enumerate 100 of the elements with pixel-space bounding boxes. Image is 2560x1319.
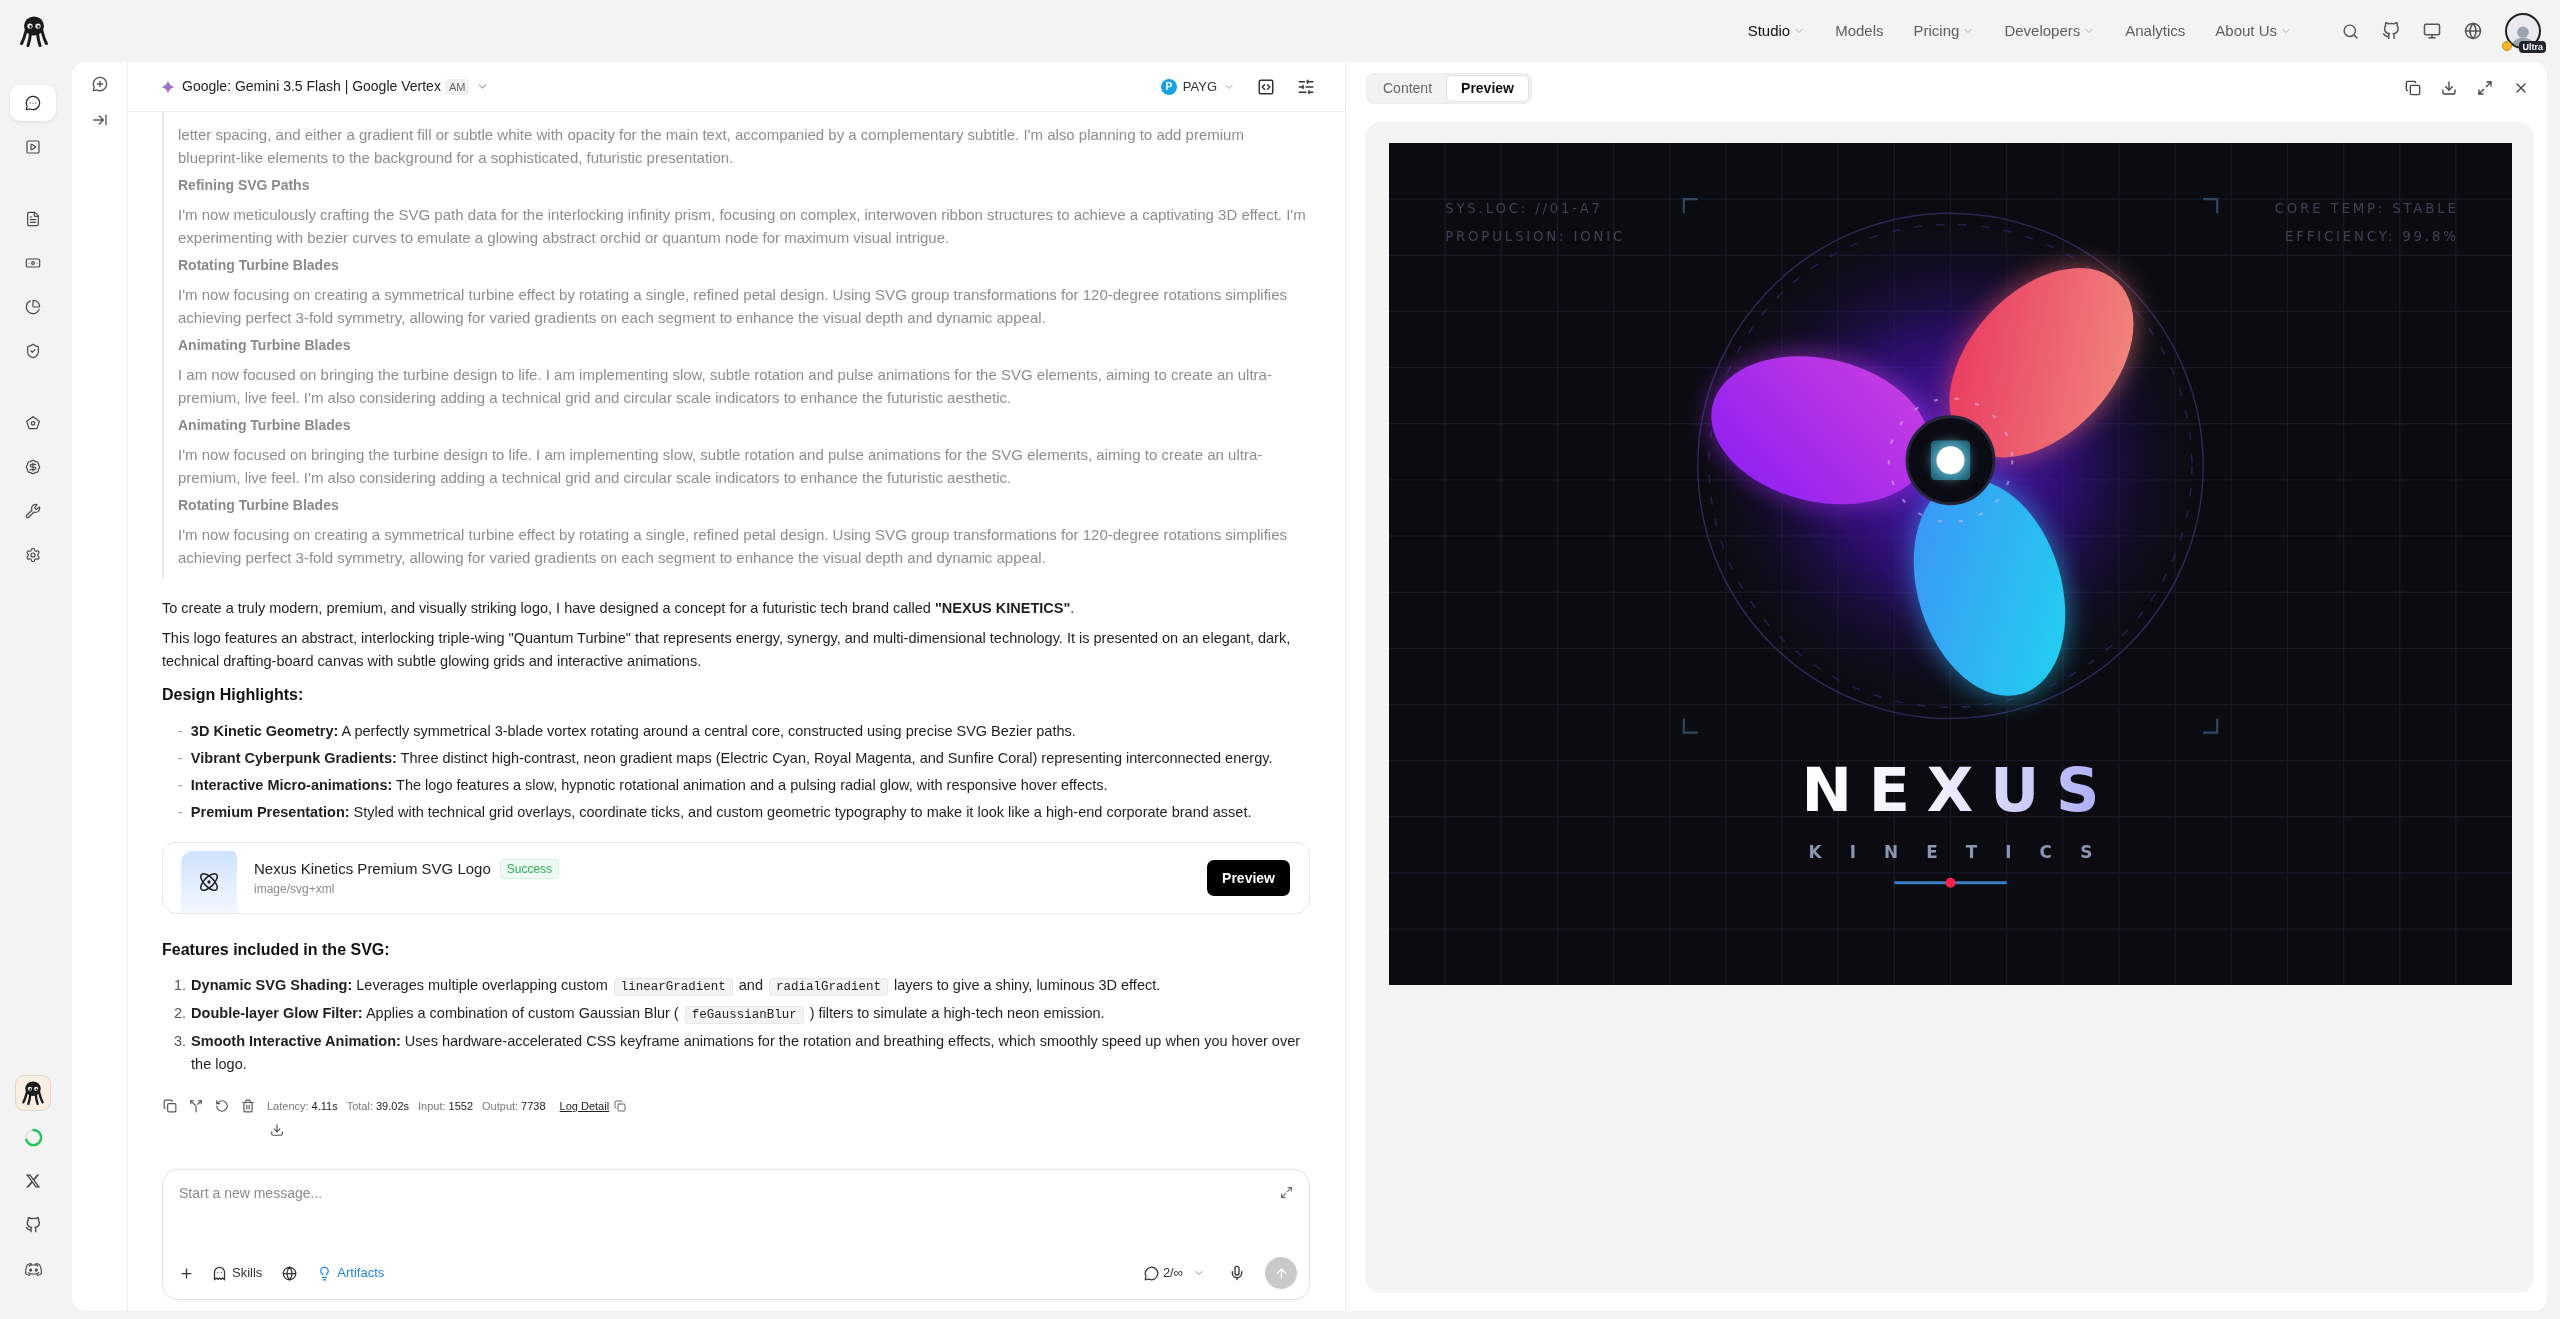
github-icon xyxy=(2382,22,2400,40)
copy-icon xyxy=(614,1100,627,1112)
readout-text: CORE TEMP: STABLE xyxy=(2274,201,2459,217)
x-logo-icon xyxy=(25,1173,41,1189)
wrench-icon xyxy=(25,503,41,519)
reasoning-text: I'm now meticulously crafting the SVG path data for the interlocking infinity prism, focusing on complex, interwoven ribbon structures to achieve a captivating 3D effect. I'm experimenting with bezier curves to emulate a glowing abstract orchid or quantum node for maximum visual intrigue. xyxy=(178,205,1307,248)
corner-bracket xyxy=(2203,198,2219,214)
download-button[interactable] xyxy=(270,1123,284,1137)
reasoning-text: letter spacing, and either a gradient fill or subtle white with opacity for the main text, accompanied by a complementary subtitle. I'm also planning to add premium blueprint-like elements to the background for a sophisticated, futuristic presentation. xyxy=(178,125,1245,168)
nav-link[interactable]: About Us xyxy=(2215,19,2292,43)
pentagon-badge-icon xyxy=(25,415,41,431)
web-search-button[interactable] xyxy=(282,1265,298,1281)
play-icon xyxy=(25,139,41,155)
preview-button[interactable]: Preview xyxy=(1207,860,1290,896)
tab[interactable]: Preview xyxy=(1446,74,1529,102)
download-button[interactable] xyxy=(2441,80,2457,96)
settings-icon xyxy=(25,547,41,563)
octopus-logo-icon xyxy=(20,15,48,47)
turns-selector[interactable]: 2/∞ xyxy=(1143,1263,1205,1283)
list-text: 3D Kinetic Geometry: A perfectly symmetrical 3-blade vortex rotating around a central core, constructed using precise SVG Bezier paths. xyxy=(190,722,1076,741)
globe-icon xyxy=(2464,22,2482,40)
nav-link[interactable]: Pricing xyxy=(1913,19,1975,43)
section-heading: Design Highlights: xyxy=(162,685,305,705)
corner-bracket xyxy=(1682,718,1698,734)
search-icon xyxy=(2342,22,2359,40)
delete-button[interactable] xyxy=(241,1099,255,1113)
readout-text: EFFICIENCY: 99.8% xyxy=(2285,229,2459,245)
model-selector[interactable]: Google: Gemini 3.5 Flash | Google Vertex AM xyxy=(161,76,490,97)
wordmark: NEXUS xyxy=(1801,755,2117,826)
dot-icon xyxy=(1945,877,1956,888)
model-tag: AM xyxy=(444,78,470,95)
reasoning-text: I'm now focusing on creating a symmetrical turbine effect by rotating a single, refined petal design. Using SVG group transformations for 120-degree rotations simplifies achieving perfect 3-fold symmetry, allowing for varied gradients on each segment to enhance the visual depth and dynamic appeal. xyxy=(178,285,1288,328)
stat-text: Latency: 4.11s xyxy=(267,1098,338,1114)
list-text: Premium Presentation: Styled with technical grid overlays, coordinate ticks, and custom geometric typography to make it look like a high-end corporate brand asset. xyxy=(190,803,1252,822)
list-number: 2. xyxy=(174,1004,187,1023)
readout-text: SYS.LOC: //01-A7 xyxy=(1445,201,1603,217)
expand-button[interactable] xyxy=(1280,1186,1293,1199)
search-button[interactable] xyxy=(2342,22,2359,40)
chat-plus-icon xyxy=(91,76,108,92)
status-badge: Success xyxy=(499,859,560,879)
banknote-icon xyxy=(25,255,41,271)
message-input[interactable]: Start a new message... xyxy=(179,1182,1272,1228)
regenerate-button[interactable] xyxy=(215,1099,229,1113)
dollar-badge-icon xyxy=(25,459,41,475)
reasoning-text: I am now focused on bringing the turbine design to life. I am implementing slow, subtle rotation and pulse animations for the SVG elements, aiming to create an ultra-premium, live feel. I'm also considering adding a technical grid and circular scale indicators to enhance the futuristic aesthetic. xyxy=(178,365,1273,408)
refresh-icon xyxy=(215,1099,229,1113)
sidebar-item[interactable] xyxy=(10,85,56,121)
add-button[interactable] xyxy=(179,1265,194,1281)
copy-button[interactable] xyxy=(163,1099,177,1113)
log-detail-link[interactable]: Log Detail xyxy=(559,1097,610,1115)
skills-button[interactable]: Skills xyxy=(212,1263,263,1283)
list-number: 1. xyxy=(174,976,187,995)
list-text: Interactive Micro-animations: The logo features a slow, hypnotic rotational animation and a pulsing radial glow, with responsive hover effects. xyxy=(190,776,1108,795)
nav-link[interactable]: Studio xyxy=(1747,19,1806,43)
sliders-icon xyxy=(1297,77,1315,96)
copy-icon xyxy=(163,1099,177,1113)
corner-bracket xyxy=(2203,718,2219,734)
list-text: Smooth Interactive Animation: Uses hardware-accelerated CSS keyframe animations for the rotation and breathing effects, which smoothly speed up when you hover over the logo. xyxy=(191,1032,1302,1074)
coin-icon xyxy=(2502,41,2512,51)
microphone-icon xyxy=(1229,1265,1245,1281)
list-text: Double-layer Glow Filter: Applies a combination of custom Gaussian Blur ( feGaussianBlur ) filters to simulate a high-tech neon emission. xyxy=(191,1004,1105,1026)
new-chat-button[interactable] xyxy=(91,76,108,92)
stat-text: Output: 7738 xyxy=(482,1098,546,1114)
branch-button[interactable] xyxy=(189,1099,203,1113)
artifacts-button[interactable]: Artifacts xyxy=(317,1263,385,1283)
ghost-icon xyxy=(212,1265,227,1281)
github-icon xyxy=(25,1217,41,1233)
list-marker: - xyxy=(178,803,183,822)
settings-button[interactable] xyxy=(1297,77,1315,96)
tab[interactable]: Content xyxy=(1369,74,1447,102)
language-button[interactable] xyxy=(2464,22,2482,40)
list-marker: - xyxy=(178,749,183,768)
collapse-button[interactable] xyxy=(91,112,108,128)
corner-bracket xyxy=(1682,198,1698,214)
github-button[interactable] xyxy=(2382,22,2400,40)
loading-ring-icon xyxy=(23,1127,43,1147)
document-icon xyxy=(25,211,41,227)
plus-icon xyxy=(179,1265,194,1281)
copy-button[interactable] xyxy=(2405,80,2421,96)
step-title: Refining SVG Paths xyxy=(178,176,311,195)
microphone-button[interactable] xyxy=(1229,1265,1245,1281)
plan-badge: Ultra xyxy=(2519,41,2546,53)
message-composer[interactable]: Start a new message... Skills Artifacts 2/∞ xyxy=(162,1169,1310,1300)
nav-link[interactable]: Developers xyxy=(2004,19,2096,43)
list-marker: - xyxy=(178,776,183,795)
pie-chart-icon xyxy=(25,299,41,315)
plan-selector[interactable]: P PAYG xyxy=(1160,76,1235,97)
step-title: Animating Turbine Blades xyxy=(178,416,352,435)
list-number: 3. xyxy=(174,1032,187,1051)
stat-text: Total: 39.02s xyxy=(346,1098,409,1114)
octopus-icon[interactable] xyxy=(15,1075,51,1111)
code-button[interactable] xyxy=(1257,77,1275,96)
nav-link[interactable]: Models xyxy=(1835,19,1884,43)
code-icon xyxy=(1257,77,1275,96)
monitor-button[interactable] xyxy=(2423,22,2441,40)
chat-bubble-icon xyxy=(1143,1265,1159,1281)
nav-link[interactable]: Analytics xyxy=(2125,19,2186,43)
tagline: KINETICS xyxy=(1808,841,2121,862)
fullscreen-button[interactable] xyxy=(2477,80,2493,96)
expand-icon xyxy=(2477,80,2493,96)
